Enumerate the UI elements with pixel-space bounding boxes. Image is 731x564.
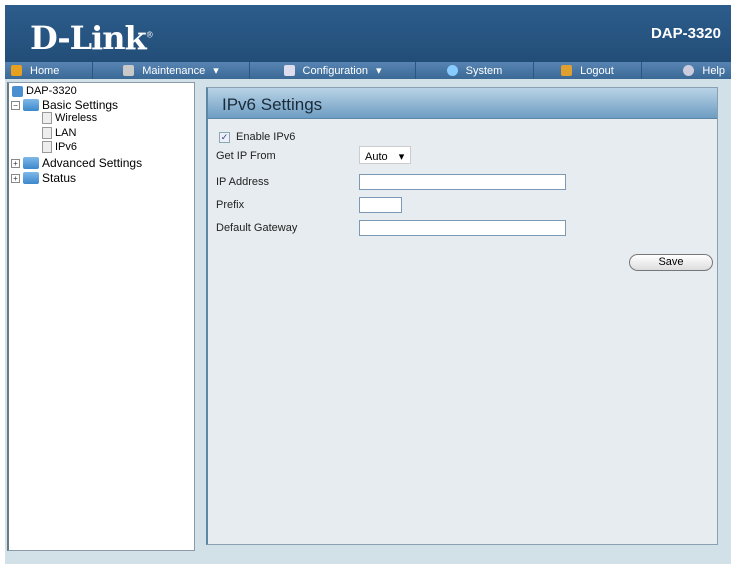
- expand-icon[interactable]: +: [11, 158, 20, 168]
- key-icon: [561, 65, 573, 76]
- system-icon: [446, 65, 458, 76]
- nav-maintenance[interactable]: Maintenance ▾: [93, 62, 250, 79]
- nav-help[interactable]: Help: [642, 62, 731, 79]
- prefix-label: Prefix: [216, 199, 245, 211]
- collapse-icon[interactable]: −: [11, 100, 20, 110]
- tree-label: LAN: [55, 127, 77, 139]
- tree-label: Status: [42, 171, 77, 185]
- nav-bar: Home Maintenance ▾ Configuration ▾ System …: [5, 62, 731, 79]
- nav-label: Home: [30, 64, 60, 77]
- default-gateway-input[interactable]: [359, 220, 566, 236]
- tree-status[interactable]: + Status: [11, 171, 76, 185]
- tree-label: Wireless: [55, 112, 98, 124]
- get-ip-select[interactable]: Auto ▾: [359, 146, 411, 164]
- header: D-Link® DAP-3320: [5, 5, 731, 62]
- folder-icon: [23, 157, 39, 169]
- enable-ipv6-label: Enable IPv6: [236, 131, 296, 143]
- nav-system[interactable]: System: [416, 62, 534, 79]
- tree-root[interactable]: DAP-3320: [12, 85, 77, 97]
- save-disk-icon: [283, 65, 295, 76]
- tree-label: IPv6: [55, 141, 78, 153]
- ip-address-label: IP Address: [216, 176, 269, 188]
- nav-configuration[interactable]: Configuration ▾: [250, 62, 416, 79]
- page-icon: [42, 141, 52, 153]
- help-icon: [683, 65, 695, 76]
- folder-icon: [23, 99, 39, 111]
- nav-label: Help: [702, 64, 725, 77]
- tools-icon: [123, 65, 135, 76]
- brand: D-Link: [30, 19, 147, 57]
- prefix-input[interactable]: [359, 197, 402, 213]
- folder-icon: [23, 172, 39, 184]
- tree-wireless[interactable]: Wireless: [42, 112, 97, 124]
- nav-label: Maintenance: [142, 64, 206, 77]
- tree-label: DAP-3320: [26, 85, 77, 97]
- chevron-down-icon: ▾: [213, 65, 219, 77]
- tree-lan[interactable]: LAN: [42, 127, 76, 139]
- chevron-down-icon: ▾: [375, 65, 382, 77]
- panel-title: IPv6 Settings: [208, 88, 717, 119]
- nav-label: System: [465, 64, 503, 77]
- tree-advanced-settings[interactable]: + Advanced Settings: [11, 156, 142, 170]
- expand-icon[interactable]: +: [11, 173, 20, 183]
- home-icon: [11, 65, 22, 76]
- chevron-down-icon: ▾: [398, 151, 405, 163]
- ip-address-input[interactable]: [359, 174, 566, 190]
- tree-ipv6[interactable]: IPv6: [42, 141, 77, 153]
- ipv6-settings-panel: IPv6 Settings ✓ Enable IPv6 Get IP From A…: [206, 87, 718, 545]
- save-button[interactable]: Save: [629, 254, 713, 271]
- nav-logout[interactable]: Logout: [534, 62, 642, 79]
- tree-label: Advanced Settings: [42, 156, 143, 170]
- enable-ipv6-row: ✓ Enable IPv6: [219, 131, 295, 143]
- default-gateway-label: Default Gateway: [216, 222, 298, 234]
- page-icon: [42, 127, 52, 139]
- get-ip-label: Get IP From: [216, 150, 276, 162]
- select-value: Auto: [365, 151, 388, 163]
- nav-home[interactable]: Home: [5, 62, 93, 79]
- enable-ipv6-checkbox[interactable]: ✓: [219, 131, 230, 143]
- nav-label: Configuration: [302, 64, 368, 77]
- tree-label: Basic Settings: [42, 98, 119, 112]
- nav-label: Logout: [580, 64, 614, 77]
- sidebar-tree: DAP-3320 − Basic Settings Wireless LAN IP…: [7, 82, 195, 551]
- dlink-logo: D-Link®: [30, 19, 154, 57]
- computer-icon: [12, 85, 23, 97]
- page-icon: [42, 112, 52, 124]
- model-name: DAP-3320: [650, 25, 721, 42]
- tree-basic-settings[interactable]: − Basic Settings: [11, 98, 118, 112]
